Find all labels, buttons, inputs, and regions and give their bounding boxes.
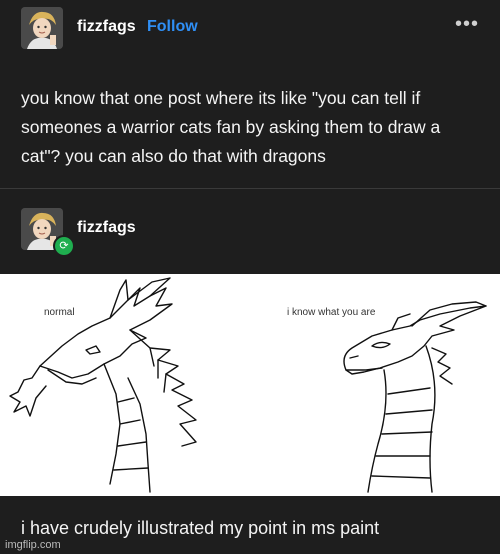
dragon-drawing-image: normal i know what you are — [0, 274, 500, 496]
dragon-sketches — [9, 277, 487, 493]
post-divider — [0, 188, 500, 189]
post-body-text: you know that one post where its like "y… — [21, 88, 441, 166]
post-username[interactable]: fizzfags — [77, 18, 136, 36]
reblog-username[interactable]: fizzfags — [77, 219, 136, 237]
spiky-dragon-sketch — [9, 277, 197, 493]
post-header: fizzfags Follow ••• — [0, 0, 500, 62]
user-avatar[interactable] — [21, 7, 63, 49]
more-options-icon[interactable]: ••• — [455, 14, 479, 34]
reblog-caption: i have crudely illustrated my point in m… — [21, 518, 380, 538]
follow-button[interactable]: Follow — [147, 18, 198, 36]
wings-of-fire-dragon-sketch — [343, 301, 487, 493]
avatar-image — [21, 7, 63, 49]
imgflip-watermark: imgflip.com — [5, 539, 61, 551]
reblog-icon: ⟳ — [53, 235, 75, 257]
